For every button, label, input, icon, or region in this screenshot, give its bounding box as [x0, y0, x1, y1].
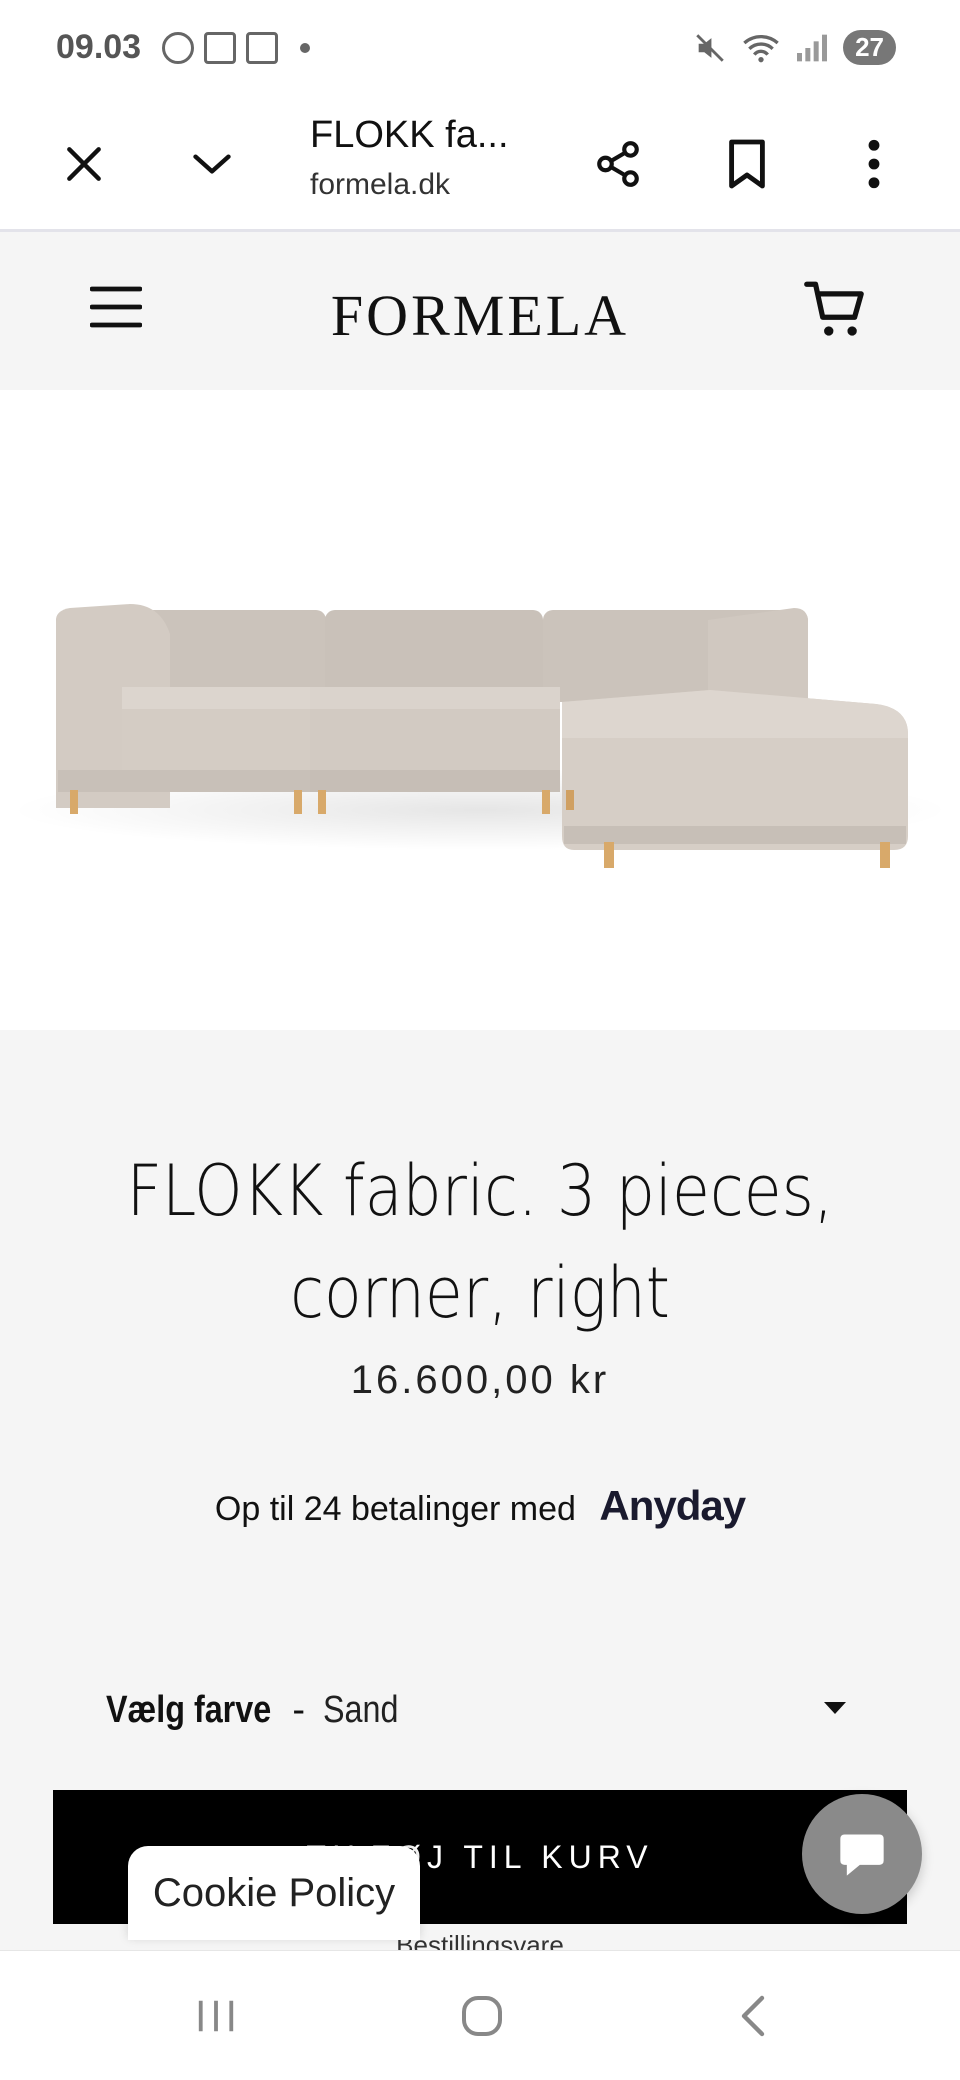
close-icon [67, 147, 101, 181]
back-icon [741, 1995, 765, 2037]
color-select-label: Vælg farve [106, 1688, 272, 1731]
product-price: 16.600,00 kr [350, 1358, 610, 1402]
status-bar: 09.03 27 [0, 0, 960, 96]
sofa-image [10, 604, 950, 868]
wifi-icon [743, 34, 779, 62]
more-vertical-icon [868, 139, 880, 189]
battery-level: 27 [843, 30, 896, 65]
more-options-button[interactable] [834, 124, 914, 204]
calendar-icon [246, 32, 278, 64]
more-notifications-dot [300, 43, 310, 53]
product-info: FLOKK fabric. 3 pieces, corner, right 16… [0, 1030, 960, 1950]
status-time: 09.03 [56, 28, 142, 66]
home-icon [462, 1996, 502, 2036]
chevron-down-icon [193, 154, 231, 174]
layers-icon [204, 32, 236, 64]
product-title: FLOKK fabric. 3 pieces, corner, right [126, 1150, 834, 1334]
cookie-policy-tab[interactable]: Cookie Policy [128, 1846, 420, 1940]
browser-toolbar: FLOKK fa... formela.dk [0, 96, 960, 232]
color-select-value: Sand [322, 1688, 399, 1731]
caret-down-icon [824, 1702, 846, 1714]
color-select-separator: - [292, 1688, 305, 1731]
cart-button[interactable] [804, 276, 870, 347]
system-nav-bar [0, 1950, 960, 2080]
minimize-button[interactable] [172, 124, 252, 204]
back-button[interactable] [712, 1981, 792, 2051]
recents-icon [198, 2000, 234, 2032]
notification-app-icon [162, 32, 194, 64]
anyday-logo: Anyday [599, 1482, 746, 1529]
bookmark-icon [729, 139, 765, 189]
installments-info[interactable]: Op til 24 betalinger med Anyday [0, 1482, 960, 1530]
cart-icon [804, 281, 864, 336]
page-title: FLOKK fa... [310, 114, 509, 156]
close-tab-button[interactable] [44, 124, 124, 204]
notification-icons [162, 32, 310, 64]
bookmark-button[interactable] [707, 124, 787, 204]
signal-icon [797, 34, 828, 61]
page-url: formela.dk [310, 168, 451, 201]
home-button[interactable] [442, 1981, 522, 2051]
share-button[interactable] [578, 124, 658, 204]
system-icons: 27 [693, 30, 896, 65]
chat-button[interactable] [802, 1794, 922, 1914]
site-header: FORMELA [0, 232, 960, 390]
recents-button[interactable] [176, 1981, 256, 2051]
color-select[interactable]: Vælg farve - Sand [106, 1676, 846, 1744]
chat-icon [840, 1834, 884, 1876]
product-image[interactable] [0, 390, 960, 1030]
mute-icon [696, 33, 724, 62]
installments-text: Op til 24 betalinger med [214, 1490, 576, 1528]
share-icon [597, 141, 639, 187]
